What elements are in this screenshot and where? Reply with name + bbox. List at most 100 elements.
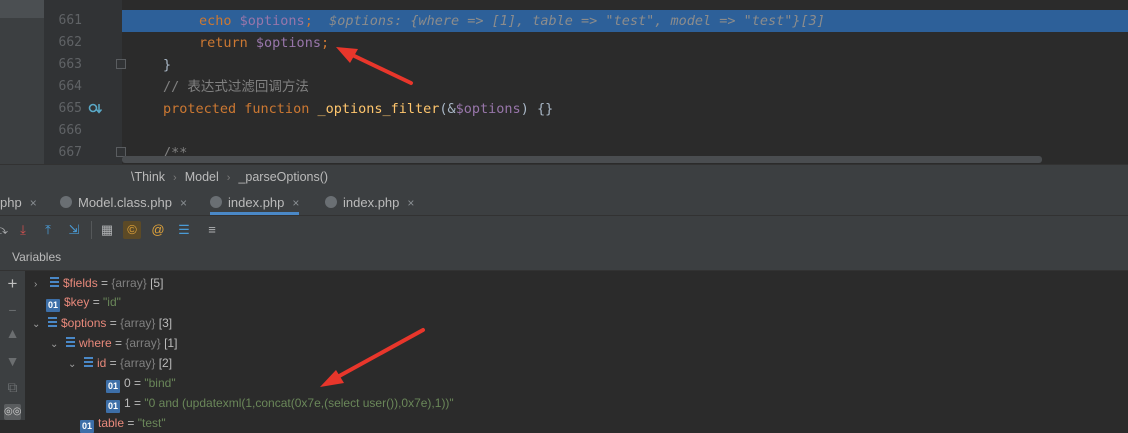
variable-type: {array} xyxy=(120,316,156,330)
chevron-right-icon: › xyxy=(226,172,231,184)
line-number: 661 xyxy=(58,13,82,28)
add-icon[interactable]: + xyxy=(4,275,21,292)
tab-label: php xyxy=(0,195,22,210)
move-down-icon[interactable]: ▼ xyxy=(4,353,21,369)
line-number: 667 xyxy=(58,145,82,160)
chevron-down-icon[interactable]: ⌄ xyxy=(50,335,62,355)
evaluate-expression-icon[interactable]: ▦ xyxy=(98,221,116,239)
variable-name: 0 xyxy=(124,376,131,390)
tree-row[interactable]: 01 $key = "id" xyxy=(46,292,121,312)
close-icon[interactable]: × xyxy=(407,196,414,210)
variable-name: where xyxy=(79,336,112,350)
step-into-icon[interactable]: ⤓ xyxy=(14,221,32,239)
tree-row[interactable]: › $fields = {array} [5] xyxy=(34,273,163,293)
chevron-right-icon: › xyxy=(173,172,177,184)
function-name: _options_filter xyxy=(317,101,440,117)
remove-icon[interactable]: − xyxy=(4,302,21,318)
fold-marker-icon[interactable] xyxy=(116,59,126,69)
step-over-icon[interactable]: ⤼ xyxy=(0,221,10,239)
variable-count: [2] xyxy=(155,356,173,370)
comment: // 表达式过滤回调方法 xyxy=(163,79,309,95)
chevron-down-icon[interactable]: ⌄ xyxy=(32,315,44,335)
line-number: 664 xyxy=(58,79,82,94)
array-icon xyxy=(44,316,57,329)
code-line-665: protected function _options_filter(&$opt… xyxy=(163,98,553,120)
inline-debug-value: $options: {where => [1], table => "test"… xyxy=(329,13,825,29)
variable-name: id xyxy=(97,356,107,370)
run-to-cursor-icon[interactable]: ⇲ xyxy=(65,221,83,239)
equals: = xyxy=(106,316,121,330)
tab-model-class[interactable]: Model.class.php × xyxy=(60,190,187,215)
equals: = xyxy=(130,376,145,390)
int-badge-icon: 01 xyxy=(106,400,120,413)
close-icon[interactable]: × xyxy=(30,196,37,210)
glasses-icon[interactable]: ◎◎ xyxy=(4,404,21,420)
variable-type: {array} xyxy=(120,356,156,370)
implemented-method-icon[interactable] xyxy=(88,102,104,116)
keyword: function xyxy=(244,101,310,117)
tree-row[interactable]: 01 table = "test" xyxy=(68,413,166,433)
breadcrumb-item[interactable]: _parseOptions() xyxy=(238,165,328,190)
variable-type: {array} xyxy=(111,276,147,290)
close-icon[interactable]: × xyxy=(180,196,187,210)
variables-tree: › $fields = {array} [5] 01 $key = "id" ⌄ $o… xyxy=(25,271,1128,433)
step-out-icon[interactable]: ⤒ xyxy=(39,221,57,239)
tab-index[interactable]: index.php × xyxy=(325,190,414,215)
tree-row[interactable]: 01 1 = "0 and (updatexml(1,concat(0x7e,(s… xyxy=(106,393,454,413)
variable-count: [3] xyxy=(155,316,173,330)
at-sign-icon[interactable]: @ xyxy=(149,221,167,239)
copy-icon[interactable]: ⧉ xyxy=(4,379,21,395)
equals: = xyxy=(124,416,138,430)
tab-php[interactable]: php × xyxy=(0,190,37,215)
close-icon[interactable]: × xyxy=(292,196,299,210)
move-up-icon[interactable]: ▲ xyxy=(4,325,21,341)
variable-value: "bind" xyxy=(144,376,176,390)
line-number: 663 xyxy=(58,57,82,72)
tab-label: index.php xyxy=(228,195,285,210)
equals: = xyxy=(106,356,121,370)
code-line-662: return $options; xyxy=(199,32,329,54)
int-badge-icon: 01 xyxy=(80,420,94,433)
breadcrumb-item[interactable]: Model xyxy=(185,165,219,190)
tree-row[interactable]: ⌄ $options = {array} [3] xyxy=(32,313,172,333)
gear-icon xyxy=(325,196,337,208)
equals: = xyxy=(97,276,112,290)
int-badge-icon: 01 xyxy=(106,380,120,393)
debugger-toolbar: ⤼ ⤓ ⤒ ⇲ ▦ © @ ☰ ≡ xyxy=(0,216,1128,244)
line-number: 666 xyxy=(58,123,82,138)
variables-panel-header: Variables xyxy=(0,244,1128,271)
gear-icon xyxy=(210,196,222,208)
tree-row[interactable]: ⌄ where = {array} [1] xyxy=(50,333,177,353)
equals: = xyxy=(111,336,126,350)
chevron-down-icon[interactable]: ⌄ xyxy=(68,355,80,375)
list-icon[interactable]: ☰ xyxy=(175,221,193,239)
array-icon xyxy=(46,276,59,289)
semicolon: ; xyxy=(320,35,330,51)
breadcrumb-item[interactable]: \Think xyxy=(131,165,165,190)
variable-value: "id" xyxy=(103,295,121,309)
keyword: return xyxy=(199,35,248,51)
tab-index-active[interactable]: index.php × xyxy=(210,190,300,215)
equals: = xyxy=(89,295,104,309)
show-constants-icon[interactable]: © xyxy=(123,221,141,239)
variable: $options xyxy=(239,13,305,29)
array-icon xyxy=(80,356,93,369)
horizontal-scrollbar[interactable] xyxy=(122,156,1042,163)
paren: (& xyxy=(439,101,456,117)
tree-row[interactable]: 01 0 = "bind" xyxy=(106,373,176,393)
equals: = xyxy=(130,396,145,410)
code-line-663: } xyxy=(163,54,171,76)
code-editor[interactable]: 661 662 663 664 665 666 667 echo $option… xyxy=(0,0,1128,164)
chevron-right-icon[interactable]: › xyxy=(34,275,46,295)
variable-name: $options xyxy=(61,316,107,330)
variable-name: $fields xyxy=(63,276,98,290)
add-watch-icon[interactable]: ≡ xyxy=(203,221,221,239)
tree-row[interactable]: ⌄ id = {array} [2] xyxy=(68,353,172,373)
debug-session-tabs: php × Model.class.php × index.php × index.p… xyxy=(0,190,1128,216)
toolbar-divider xyxy=(91,221,92,239)
variable: $options xyxy=(455,101,521,117)
line-number: 665 xyxy=(58,101,82,116)
variable-name: 1 xyxy=(124,396,131,410)
variables-side-toolbar: + − ▲ ▼ ⧉ ◎◎ xyxy=(0,271,25,420)
variable-name: $key xyxy=(64,295,90,309)
